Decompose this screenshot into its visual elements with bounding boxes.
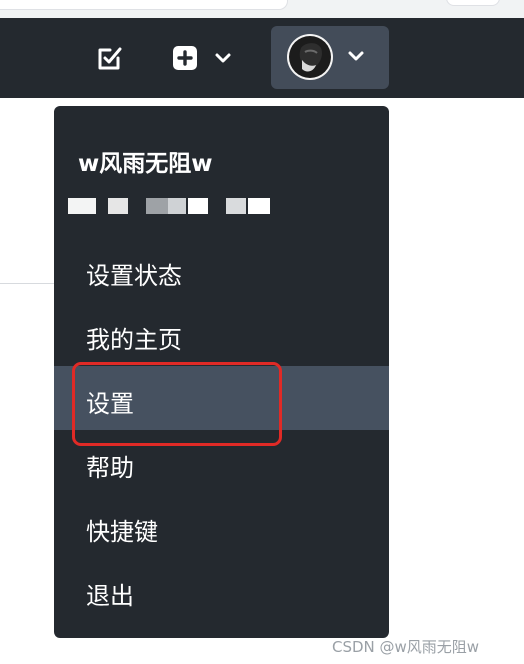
page-divider — [0, 283, 58, 284]
avatar — [287, 34, 333, 80]
watermark: CSDN @w风雨无阻w — [332, 638, 480, 656]
menu-user-name: w风雨无阻w — [78, 151, 213, 177]
browser-toolbar-strip — [0, 0, 524, 19]
checkbox-pencil-icon — [98, 47, 122, 70]
plus-square-icon — [173, 46, 197, 70]
todo-button[interactable] — [94, 42, 126, 74]
settings-highlight-box — [72, 362, 282, 446]
top-navigation-bar — [0, 18, 524, 98]
redacted-email — [68, 198, 278, 216]
create-new-button[interactable] — [170, 42, 242, 74]
address-bar[interactable] — [0, 0, 288, 10]
chevron-down-icon — [348, 51, 364, 61]
menu-item-shortcuts[interactable]: 快捷键 — [54, 494, 389, 558]
menu-item-sign-out[interactable]: 退出 — [54, 558, 389, 622]
browser-button[interactable] — [446, 0, 500, 6]
menu-item-profile[interactable]: 我的主页 — [54, 302, 389, 366]
chevron-down-icon — [215, 53, 231, 63]
menu-item-set-status[interactable]: 设置状态 — [54, 238, 389, 302]
profile-menu-button[interactable] — [271, 26, 389, 89]
